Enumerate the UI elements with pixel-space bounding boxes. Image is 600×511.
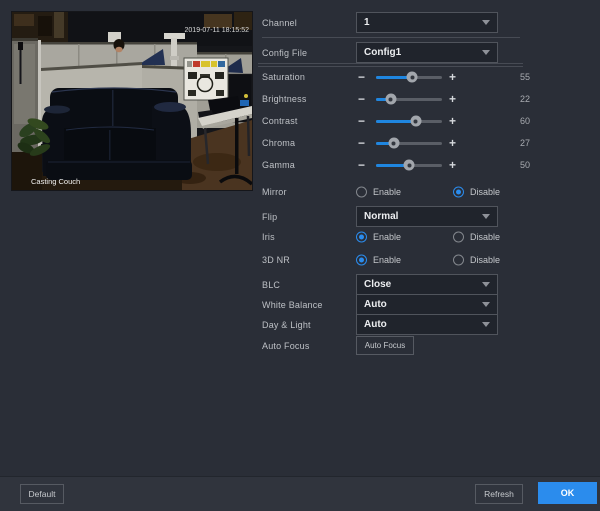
contrast-label: Contrast <box>262 116 298 126</box>
nr3d-disable-radio[interactable] <box>453 255 464 266</box>
day-light-dropdown[interactable]: Auto <box>356 314 498 335</box>
brightness-label: Brightness <box>262 94 307 104</box>
office-scene: 2019-07-11 18:15:52 Casting Couch <box>12 12 252 190</box>
mirror-enable-radio[interactable] <box>356 187 367 198</box>
auto-focus-label: Auto Focus <box>262 341 310 351</box>
chevron-down-icon <box>482 20 490 25</box>
camera-image-settings-window: 2019-07-11 18:15:52 Casting Couch Channe… <box>0 0 600 511</box>
chroma-slider-track[interactable] <box>376 142 442 145</box>
config-file-value: Config1 <box>364 47 482 58</box>
iris-enable-label: Enable <box>373 232 401 242</box>
contrast-slider: − + 60 <box>356 113 556 129</box>
nr3d-options: Enable Disable <box>356 254 556 266</box>
contrast-value: 60 <box>520 116 530 126</box>
brightness-slider: − + 22 <box>356 91 556 107</box>
white-balance-label: White Balance <box>262 300 323 310</box>
mirror-disable-radio[interactable] <box>453 187 464 198</box>
couch <box>42 88 192 180</box>
saturation-value: 55 <box>520 72 530 82</box>
brightness-value: 22 <box>520 94 530 104</box>
divider <box>258 63 523 64</box>
iris-disable-radio[interactable] <box>453 232 464 243</box>
chroma-slider-handle[interactable] <box>388 138 399 149</box>
divider <box>262 37 520 38</box>
gamma-increase-button[interactable]: + <box>449 159 456 171</box>
mirror-options: Enable Disable <box>356 186 556 198</box>
saturation-label: Saturation <box>262 72 305 82</box>
iris-disable-label: Disable <box>470 232 500 242</box>
brightness-increase-button[interactable]: + <box>449 93 456 105</box>
gamma-label: Gamma <box>262 160 295 170</box>
gamma-slider-handle[interactable] <box>404 160 415 171</box>
brightness-slider-handle[interactable] <box>385 94 396 105</box>
mirror-label: Mirror <box>262 187 287 197</box>
flip-dropdown[interactable]: Normal <box>356 206 498 227</box>
gamma-value: 50 <box>520 160 530 170</box>
auto-focus-button[interactable]: Auto Focus <box>356 336 414 355</box>
default-button[interactable]: Default <box>20 484 64 504</box>
iris-enable-radio[interactable] <box>356 232 367 243</box>
day-light-label: Day & Light <box>262 320 311 330</box>
chroma-label: Chroma <box>262 138 295 148</box>
mirror-enable-label: Enable <box>373 187 401 197</box>
saturation-increase-button[interactable]: + <box>449 71 456 83</box>
flip-label: Flip <box>262 212 277 222</box>
saturation-slider-handle[interactable] <box>407 72 418 83</box>
gamma-slider-track[interactable] <box>376 164 442 167</box>
timestamp-overlay: 2019-07-11 18:15:52 <box>185 27 250 34</box>
chroma-value: 27 <box>520 138 530 148</box>
nr3d-disable-label: Disable <box>470 255 500 265</box>
saturation-decrease-button[interactable]: − <box>358 71 365 83</box>
footer-bar: Default Refresh OK <box>0 476 600 511</box>
refresh-button[interactable]: Refresh <box>475 484 523 504</box>
day-light-value: Auto <box>364 319 482 330</box>
chevron-down-icon <box>482 50 490 55</box>
iris-options: Enable Disable <box>356 231 556 243</box>
nr3d-enable-label: Enable <box>373 255 401 265</box>
blc-label: BLC <box>262 280 280 290</box>
gamma-decrease-button[interactable]: − <box>358 159 365 171</box>
brightness-slider-track[interactable] <box>376 98 442 101</box>
ok-button[interactable]: OK <box>538 482 597 504</box>
flip-value: Normal <box>364 211 482 222</box>
channel-dropdown[interactable]: 1 <box>356 12 498 33</box>
contrast-slider-track[interactable] <box>376 120 442 123</box>
chevron-down-icon <box>482 322 490 327</box>
blc-dropdown[interactable]: Close <box>356 274 498 295</box>
gamma-slider: − + 50 <box>356 157 556 173</box>
chroma-increase-button[interactable]: + <box>449 137 456 149</box>
blc-value: Close <box>364 279 482 290</box>
video-preview: 2019-07-11 18:15:52 Casting Couch <box>12 12 252 190</box>
camera-name-overlay: Casting Couch <box>31 177 80 186</box>
test-chart <box>184 58 228 100</box>
contrast-decrease-button[interactable]: − <box>358 115 365 127</box>
chroma-slider: − + 27 <box>356 135 556 151</box>
nr3d-label: 3D NR <box>262 255 290 265</box>
channel-label: Channel <box>262 18 297 28</box>
mirror-disable-label: Disable <box>470 187 500 197</box>
config-file-label: Config File <box>262 48 307 58</box>
white-balance-value: Auto <box>364 299 482 310</box>
divider <box>258 66 523 67</box>
chroma-decrease-button[interactable]: − <box>358 137 365 149</box>
contrast-slider-handle[interactable] <box>410 116 421 127</box>
white-balance-dropdown[interactable]: Auto <box>356 294 498 315</box>
contrast-increase-button[interactable]: + <box>449 115 456 127</box>
nr3d-enable-radio[interactable] <box>356 255 367 266</box>
config-file-dropdown[interactable]: Config1 <box>356 42 498 63</box>
saturation-slider: − + 55 <box>356 69 556 85</box>
brightness-decrease-button[interactable]: − <box>358 93 365 105</box>
chevron-down-icon <box>482 282 490 287</box>
iris-label: Iris <box>262 232 275 242</box>
chevron-down-icon <box>482 214 490 219</box>
channel-value: 1 <box>364 17 482 28</box>
saturation-slider-track[interactable] <box>376 76 442 79</box>
shelf-left <box>12 12 68 42</box>
chevron-down-icon <box>482 302 490 307</box>
